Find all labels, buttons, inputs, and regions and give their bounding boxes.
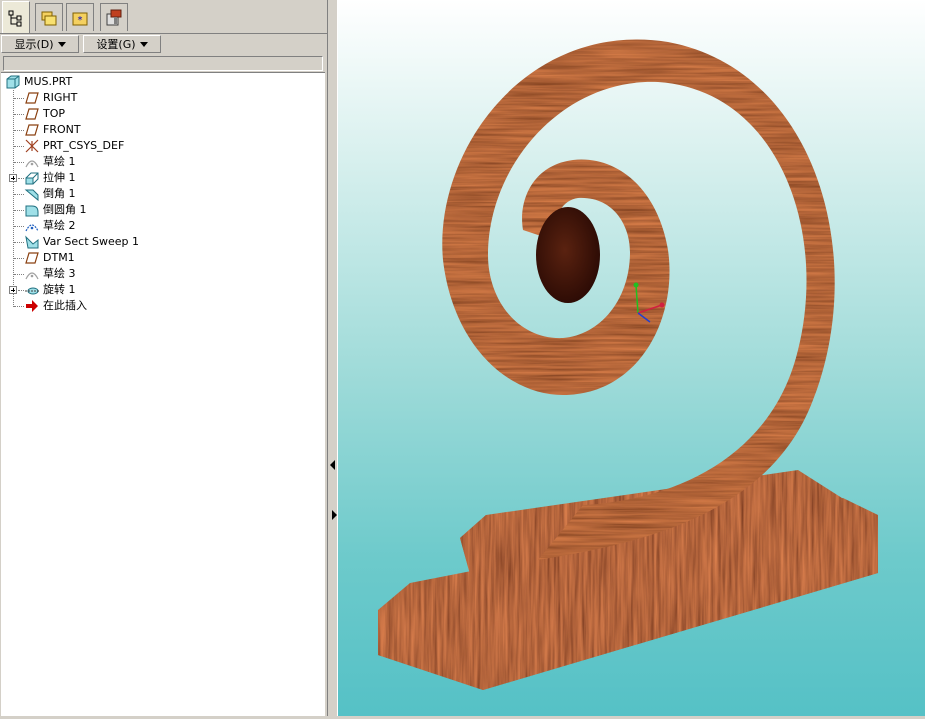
datum-plane-icon <box>25 92 39 104</box>
tree-root-mus-prt[interactable]: MUS.PRT <box>5 74 72 90</box>
tree-item-label: 在此插入 <box>43 299 87 312</box>
tree-item-label: 草绘 2 <box>43 219 76 232</box>
navigator-menubar: 显示(D) 设置(G) <box>0 34 327 54</box>
tree-item-top[interactable]: TOP <box>24 106 65 122</box>
panel-splitter[interactable] <box>327 0 338 716</box>
tree-item-label: 倒圆角 1 <box>43 203 87 216</box>
sketch-icon <box>25 224 39 232</box>
navigator-tabs: * <box>0 0 327 34</box>
tree-item-label: 草绘 1 <box>43 155 76 168</box>
sketch-icon <box>25 160 39 168</box>
wooden-scroll-model <box>378 39 878 690</box>
tree-item-label: TOP <box>43 107 66 120</box>
tree-item-label: 草绘 3 <box>43 267 76 280</box>
tree-item-front[interactable]: FRONT <box>24 122 81 138</box>
coordinate-system-icon <box>25 139 39 153</box>
settings-menu-label: 设置(G) <box>96 38 136 51</box>
tree-item-var-sect-sweep-1[interactable]: Var Sect Sweep 1 <box>24 234 139 250</box>
tree-item-label: DTM1 <box>43 251 75 264</box>
round-icon <box>25 205 39 217</box>
tree-item-label: 拉伸 1 <box>43 171 76 184</box>
folder-browser-icon <box>41 11 57 25</box>
expand-toggle[interactable] <box>9 286 17 294</box>
tree-item-insert-here[interactable]: 在此插入 <box>24 298 87 314</box>
extrude-icon <box>25 172 39 185</box>
expand-toggle[interactable] <box>9 174 17 182</box>
tree-item-sketch-3[interactable]: 草绘 3 <box>24 266 76 282</box>
navigator-panel: * 显示(D) 设置(G) MUS.PRT RIGHT TOP FRONT PR… <box>0 0 327 716</box>
insert-here-arrow-icon <box>26 300 38 312</box>
sketch-icon <box>25 272 39 280</box>
tree-item-extrude-1[interactable]: 拉伸 1 <box>24 170 76 186</box>
tab-folder-browser[interactable] <box>35 3 63 31</box>
model-tree: MUS.PRT RIGHT TOP FRONT PRT_CSYS_DEF 草绘 … <box>1 72 325 716</box>
datum-plane-icon <box>25 108 39 120</box>
tab-model-tree[interactable] <box>2 1 30 33</box>
tree-item-right[interactable]: RIGHT <box>24 90 77 106</box>
tree-filter-bar[interactable] <box>3 56 323 71</box>
tree-item-label: FRONT <box>43 123 81 136</box>
spiral-center-knob <box>536 207 600 303</box>
tree-item-chamfer-1[interactable]: 倒角 1 <box>24 186 76 202</box>
graphics-viewport[interactable] <box>338 0 925 716</box>
tree-item-label: RIGHT <box>43 91 78 104</box>
tree-item-dtm1[interactable]: DTM1 <box>24 250 75 266</box>
svg-text:*: * <box>78 15 83 26</box>
datum-plane-icon <box>25 252 39 264</box>
model-tree-icon <box>8 10 22 26</box>
tree-item-label: MUS.PRT <box>24 75 73 88</box>
favorites-icon: * <box>72 12 88 26</box>
dropdown-caret-icon <box>57 41 66 47</box>
tree-item-prt-csys-def[interactable]: PRT_CSYS_DEF <box>24 138 124 154</box>
tree-item-round-1[interactable]: 倒圆角 1 <box>24 202 87 218</box>
tree-item-label: Var Sect Sweep 1 <box>43 235 140 248</box>
dropdown-caret-icon <box>139 41 148 47</box>
display-menu-label: 显示(D) <box>14 38 54 51</box>
expand-right-arrow-icon[interactable] <box>332 510 337 520</box>
tab-connections[interactable] <box>100 3 128 31</box>
chamfer-icon <box>24 189 39 202</box>
settings-menu-button[interactable]: 设置(G) <box>83 35 161 53</box>
datum-plane-icon <box>25 124 39 136</box>
tree-item-sketch-2[interactable]: 草绘 2 <box>24 218 76 234</box>
tree-item-label: 旋转 1 <box>43 283 76 296</box>
sweep-icon <box>25 235 39 249</box>
display-menu-button[interactable]: 显示(D) <box>1 35 79 53</box>
tab-favorites[interactable]: * <box>66 3 94 31</box>
tree-item-revolve-1[interactable]: 旋转 1 <box>24 282 76 298</box>
part-icon <box>6 75 20 89</box>
tree-item-label: 倒角 1 <box>43 187 76 200</box>
connections-icon <box>106 9 122 25</box>
collapse-left-arrow-icon[interactable] <box>330 460 335 470</box>
tree-item-label: PRT_CSYS_DEF <box>43 139 125 152</box>
tree-item-sketch-1[interactable]: 草绘 1 <box>24 154 76 170</box>
revolve-icon <box>25 287 39 295</box>
